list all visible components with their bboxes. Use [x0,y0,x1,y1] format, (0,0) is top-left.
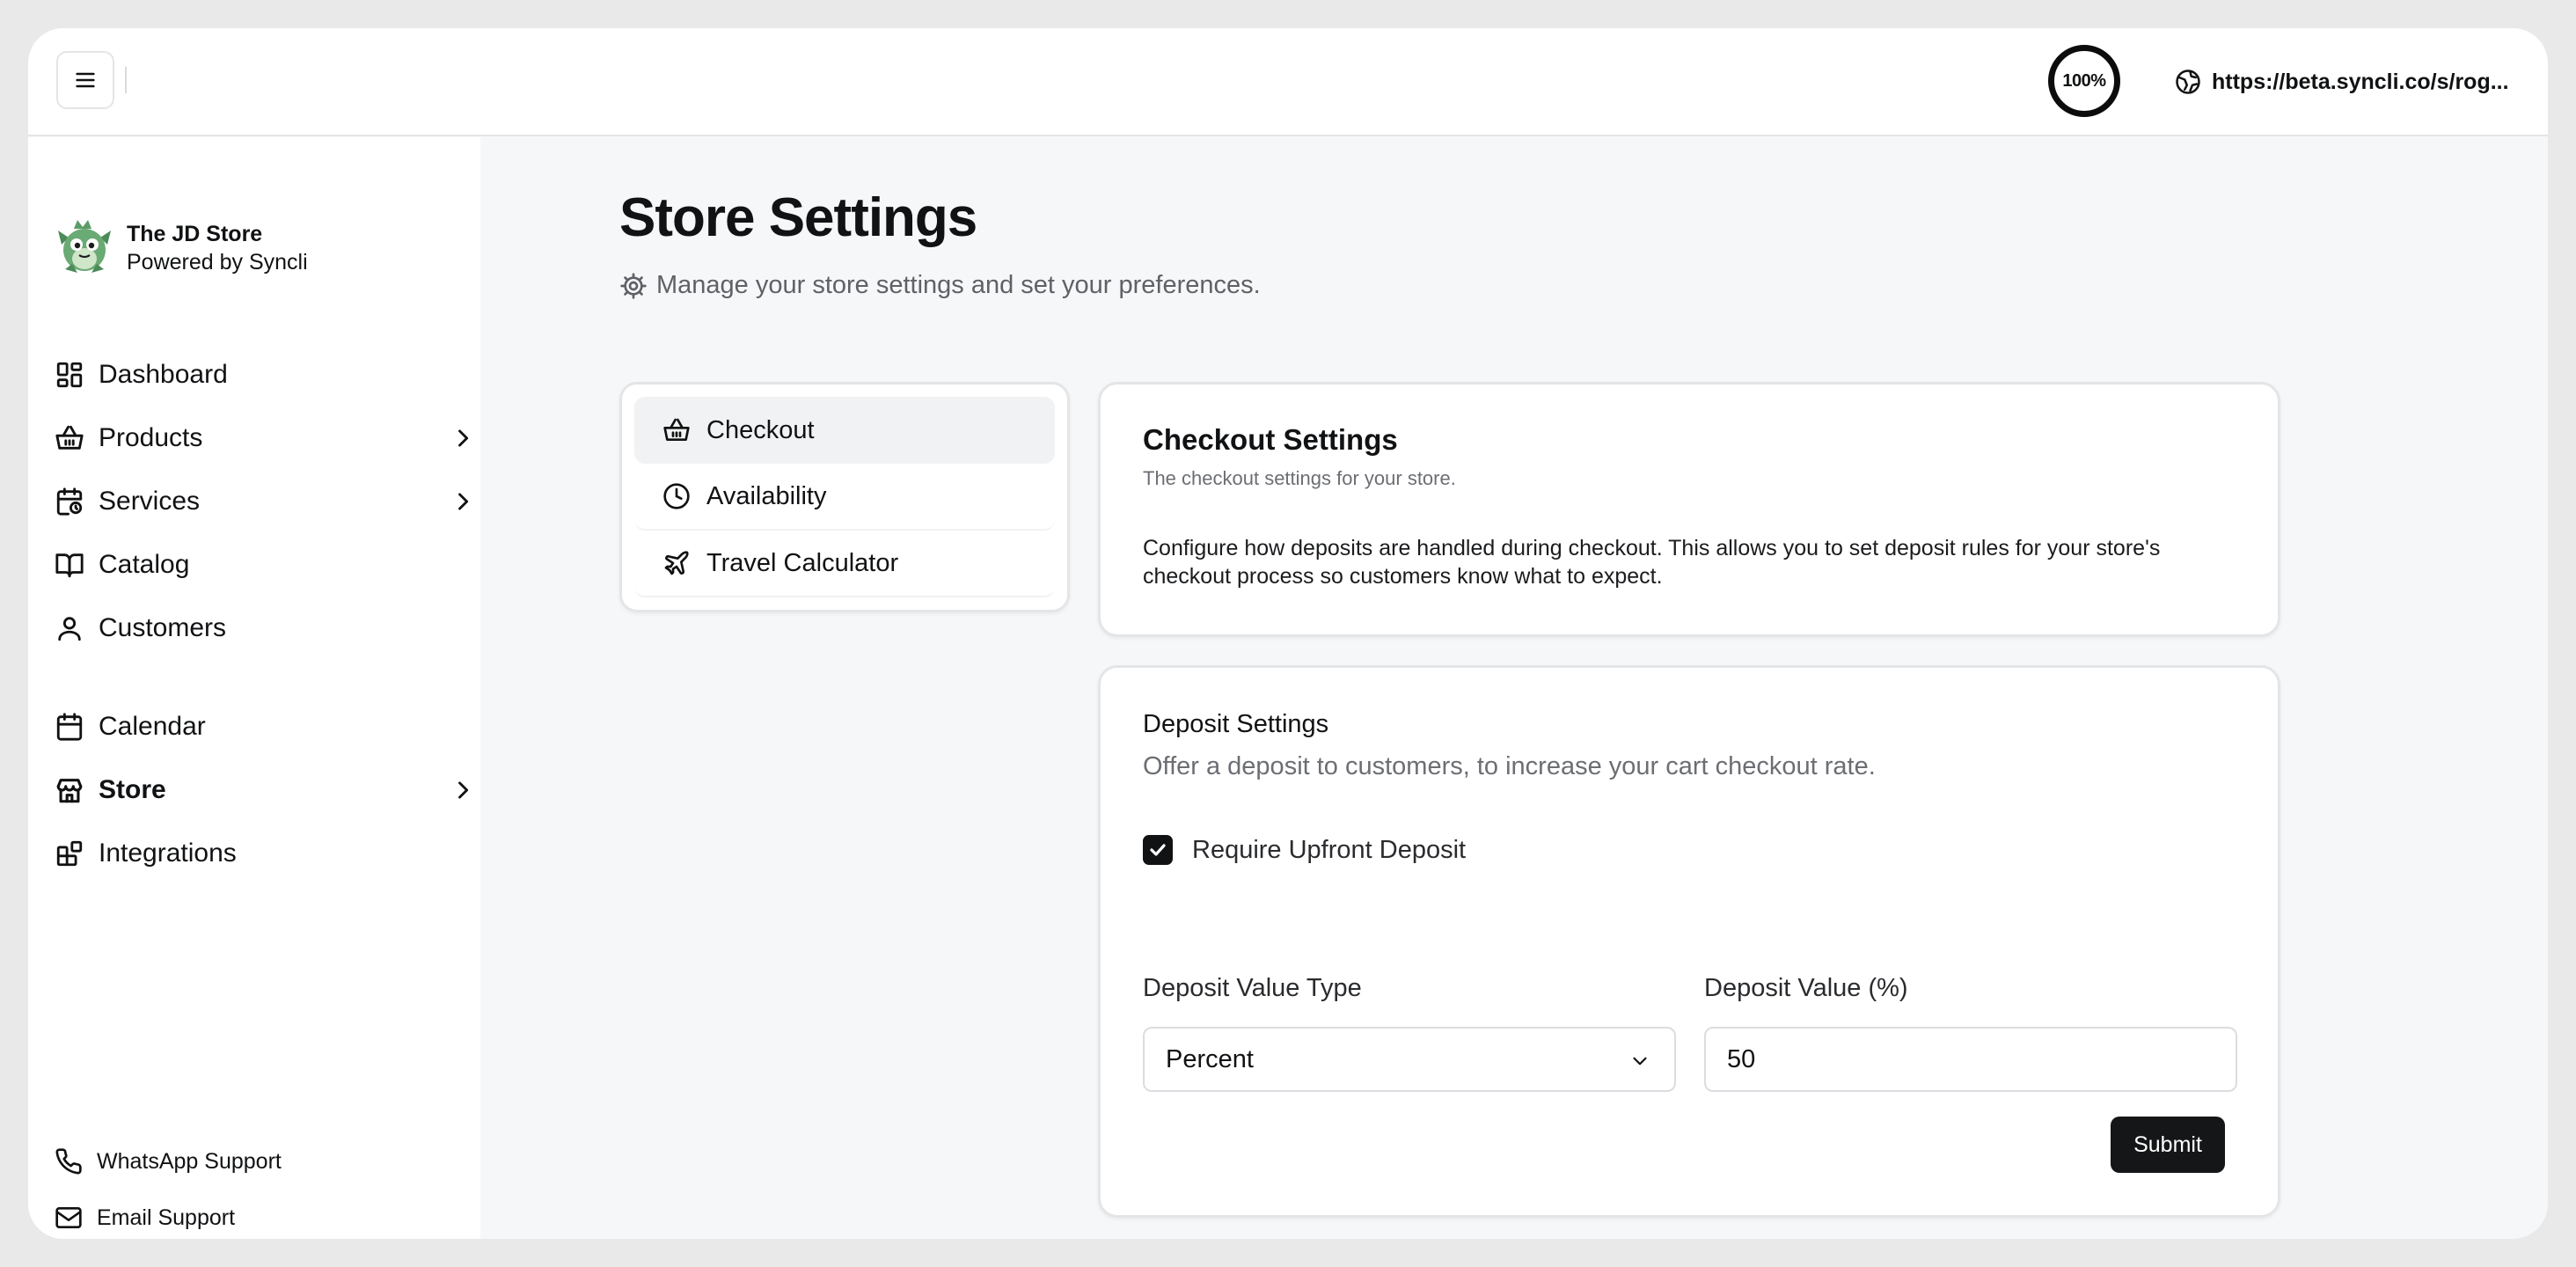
book-open-icon [55,553,84,578]
email-support-link[interactable]: Email Support [55,1191,480,1239]
tab-label: Checkout [706,415,815,444]
sidebar-item-label: Services [99,487,201,516]
sidebar-item-label: Catalog [99,550,190,579]
deposit-value-label: Deposit Value (%) [1704,974,1908,1002]
chevron-down-icon [1633,1057,1647,1066]
whatsapp-support-link[interactable]: WhatsApp Support [55,1135,480,1188]
dashboard-icon [56,362,83,388]
zoom-indicator[interactable]: 100% [2048,45,2120,117]
tab-checkout[interactable]: Checkout [634,397,1055,464]
page-title: Store Settings [619,187,977,248]
sidebar-item-label: Store [99,775,166,804]
blocks-icon [56,840,83,867]
basket-icon [663,418,690,441]
chevron-right-icon [458,781,469,799]
deposit-settings-subtitle: Offer a deposit to customers, to increas… [1143,752,1876,780]
sidebar-item-label: Dashboard [99,360,228,389]
sidebar-item-services[interactable]: Services [55,475,480,528]
deposit-type-select[interactable]: Percent [1143,1027,1676,1092]
sidebar-item-customers[interactable]: Customers [55,602,480,655]
store-logo-icon [58,220,111,273]
store-url-link[interactable]: https://beta.syncli.co/s/rog... [2175,60,2509,104]
divider [125,67,127,93]
sidebar-item-catalog[interactable]: Catalog [55,538,480,591]
calendar-icon [56,713,83,741]
deposit-type-value: Percent [1166,1044,1254,1073]
support-label: WhatsApp Support [97,1148,282,1174]
store-url-text: https://beta.syncli.co/s/rog... [2212,69,2509,94]
chevron-right-icon [458,493,469,510]
settings-tabs: Checkout Availability Travel Calculator [619,382,1070,612]
deposit-settings-card: Deposit Settings Offer a deposit to cust… [1098,665,2280,1218]
basket-icon [55,425,84,450]
clock-icon [663,483,690,509]
app-window: 100% https://beta.syncli.co/s/rog... The… [28,28,2548,1239]
page-subtitle: Manage your store settings and set your … [619,271,1261,300]
checkout-settings-description: Configure how deposits are handled durin… [1143,536,2161,589]
tab-label: Travel Calculator [706,548,899,577]
chevron-right-icon [458,429,469,447]
checkout-settings-subtitle: The checkout settings for your store. [1143,467,1456,489]
require-deposit-label: Require Upfront Deposit [1192,835,1467,864]
tab-travel-calculator[interactable]: Travel Calculator [634,531,1055,597]
brand[interactable]: The JD Store Powered by Syncli [55,218,308,278]
sidebar-item-label: Calendar [99,712,206,741]
mail-icon [55,1207,82,1228]
store-powered-by: Powered by Syncli [127,250,308,275]
sidebar-item-label: Customers [99,613,227,642]
checkout-settings-title: Checkout Settings [1143,423,1398,456]
menu-toggle-button[interactable] [56,51,114,109]
user-icon [58,617,81,641]
gear-icon [620,272,647,299]
sidebar-item-integrations[interactable]: Integrations [55,827,480,880]
sidebar-item-products[interactable]: Products [55,412,480,465]
submit-button[interactable]: Submit [2111,1117,2225,1173]
store-icon [56,779,83,803]
sidebar-item-label: Integrations [99,839,237,868]
page-subtitle-text: Manage your store settings and set your … [656,271,1261,299]
calendar-clock-icon [56,487,83,516]
plane-icon [664,551,689,575]
globe-icon [2176,70,2200,94]
hamburger-icon [76,72,95,88]
deposit-settings-title: Deposit Settings [1143,710,1329,738]
sidebar-item-dashboard[interactable]: Dashboard [55,348,480,401]
sidebar-item-calendar[interactable]: Calendar [55,700,480,753]
deposit-value-text: 50 [1727,1044,1756,1073]
check-icon [1150,844,1166,856]
support-label: Email Support [97,1205,236,1230]
sidebar: The JD Store Powered by Syncli Dashboard… [28,137,480,1239]
store-name: The JD Store [127,222,263,246]
tab-label: Availability [706,481,827,510]
tab-availability[interactable]: Availability [634,464,1055,531]
require-deposit-option[interactable]: Require Upfront Deposit [1143,835,1466,865]
sidebar-item-label: Products [99,423,203,452]
top-bar: 100% https://beta.syncli.co/s/rog... [28,28,2548,136]
checkout-settings-card: Checkout Settings The checkout settings … [1098,382,2280,637]
require-deposit-checkbox[interactable] [1143,835,1173,865]
deposit-value-input[interactable]: 50 [1704,1027,2237,1092]
deposit-type-label: Deposit Value Type [1143,974,1362,1002]
phone-icon [55,1148,82,1175]
sidebar-item-store[interactable]: Store [55,764,480,817]
